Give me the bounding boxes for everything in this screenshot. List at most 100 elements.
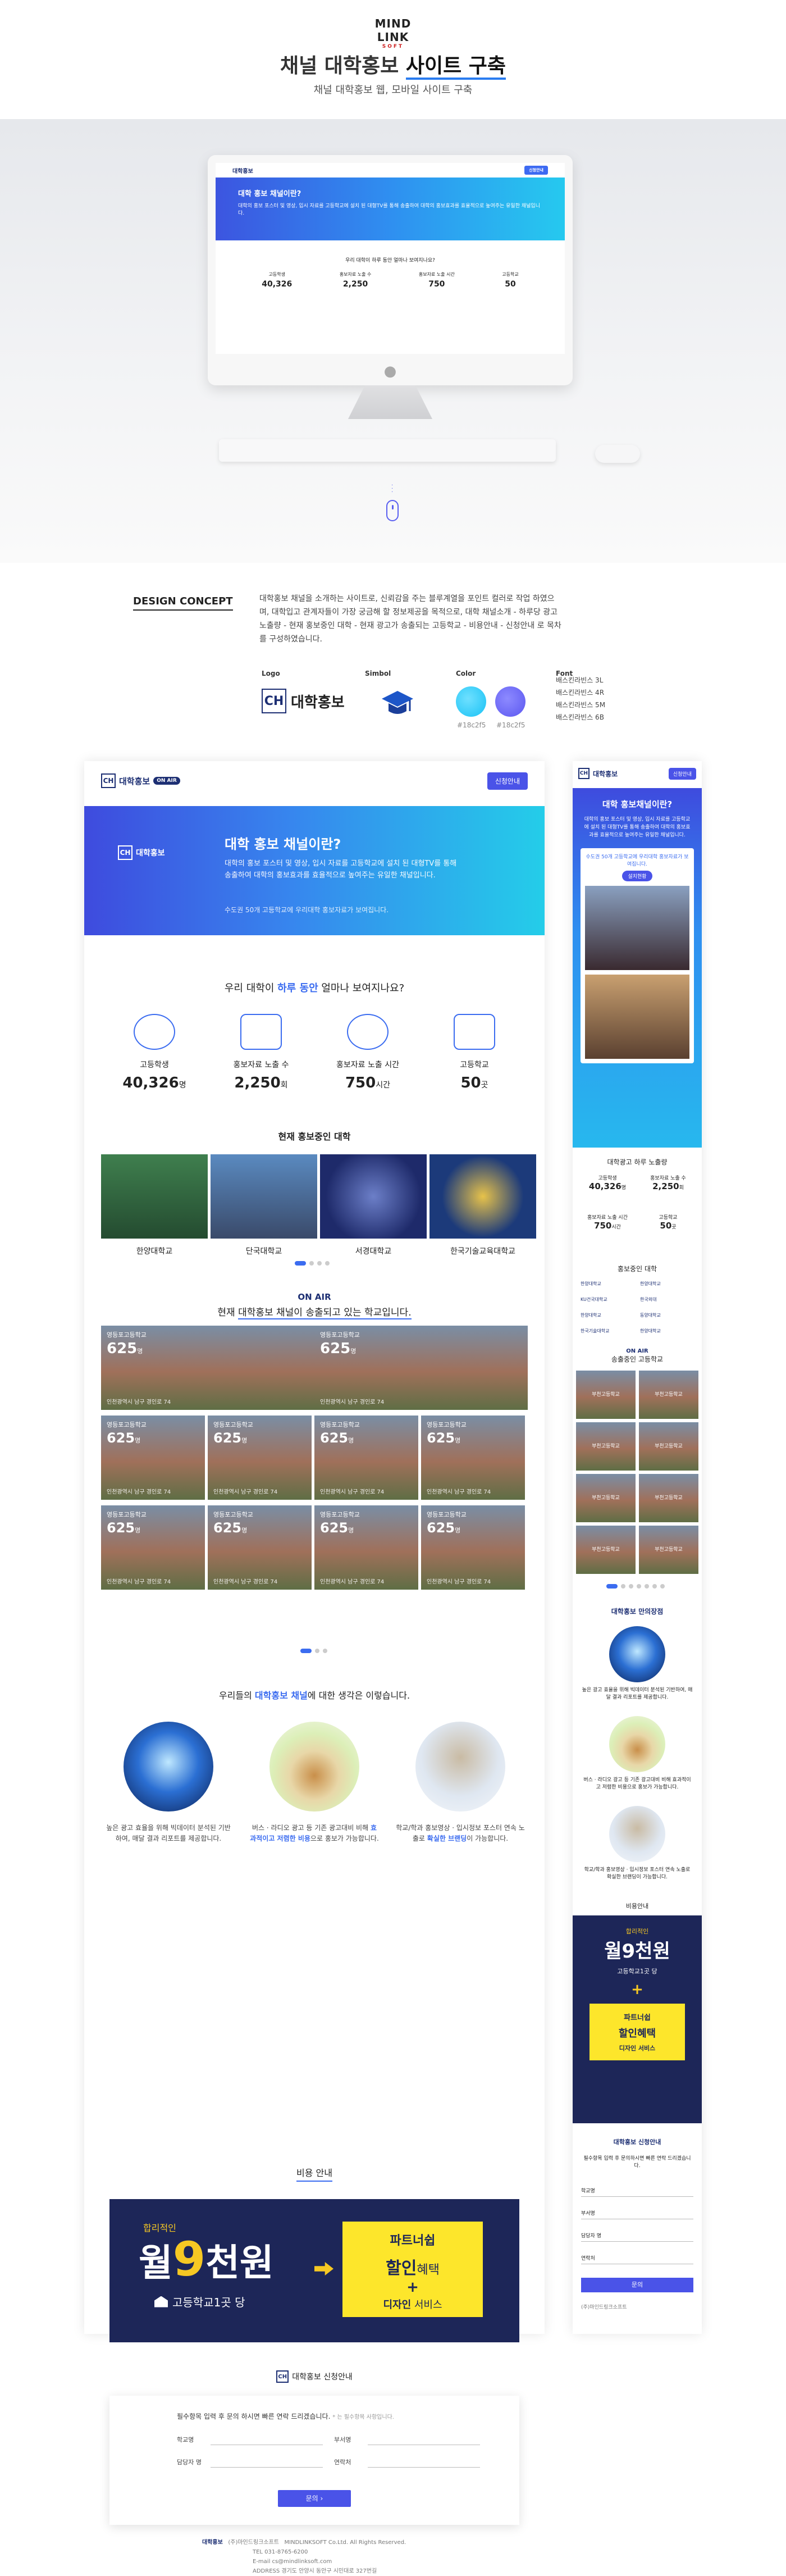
mobile-logo[interactable]: CH 대학홍보 bbox=[578, 768, 618, 779]
page-dot[interactable] bbox=[325, 1261, 330, 1266]
mobile-onair-title: 송출중인 고등학교 bbox=[611, 1355, 664, 1363]
logo-text: MIND LINK bbox=[374, 17, 412, 44]
opinion-text: 높은 광고 효율을 위해 빅데이터 분석된 기반하여, 매달 결과 리포트를 제… bbox=[104, 1823, 233, 1844]
mobile-form-field[interactable]: 부서명 bbox=[581, 2205, 693, 2219]
univ-card[interactable]: 한양대학교 bbox=[101, 1154, 208, 1257]
school-name-input[interactable] bbox=[211, 2431, 323, 2445]
mobile-form-field[interactable]: 학교명 bbox=[581, 2182, 693, 2197]
school-pagination[interactable] bbox=[300, 1649, 327, 1653]
school-card[interactable]: 영등포고등학교 625명 인천광역시 남구 경인로 74 bbox=[101, 1505, 205, 1590]
page-dot[interactable] bbox=[300, 1649, 312, 1653]
school-address: 인천광역시 남구 경인로 74 bbox=[427, 1579, 491, 1585]
mobile-apply-title: 대학홍보 신청안내 bbox=[613, 2138, 661, 2146]
mobile-banner-title: 대학 홍보채널이란? bbox=[602, 799, 673, 809]
school-address: 인천광역시 남구 경인로 74 bbox=[427, 1489, 491, 1495]
design-post: 서비스 bbox=[411, 2299, 442, 2311]
page-dot[interactable] bbox=[317, 1261, 322, 1266]
mobile-submit-button[interactable]: 문의 bbox=[581, 2278, 693, 2292]
apply-button[interactable]: 신청안내 bbox=[487, 772, 528, 790]
manager-input[interactable] bbox=[211, 2453, 323, 2468]
school-card[interactable]: 영등포고등학교 625명 인천광역시 남구 경인로 74 bbox=[101, 1326, 314, 1410]
page-dot[interactable] bbox=[295, 1261, 306, 1266]
school-name: 영등포고등학교 bbox=[427, 1511, 467, 1518]
stat-label: 고등학생 bbox=[140, 1061, 169, 1069]
school-address: 인천광역시 남구 경인로 74 bbox=[320, 1579, 385, 1585]
mobile-strong-text: 학교/학과 홍보영상 · 입시정보 포스터 연속 노출로 확실한 브랜딩이 가능… bbox=[584, 1867, 691, 1880]
mobile-school-card[interactable]: 부천고등학교 bbox=[576, 1526, 636, 1574]
school-card[interactable]: 영등포고등학교 625명 인천광역시 남구 경인로 74 bbox=[101, 1416, 205, 1500]
stat-label: 홍보자료 노출 수 bbox=[233, 1061, 289, 1069]
mobile-univ-logo[interactable]: 동양대학교 bbox=[640, 1312, 694, 1318]
imac-mockup: 대학홍보 신청안내 대학 홍보 채널이란? 대학의 홍보 포스터 및 영상, 입… bbox=[0, 119, 786, 563]
mobile-univ-logo[interactable]: KU건국대학교 bbox=[581, 1296, 634, 1303]
desktop-logo[interactable]: CH 대학홍보 ON AIR bbox=[101, 773, 180, 788]
mobile-partner: 파트너쉽 bbox=[624, 2014, 651, 2022]
mobile-univ-logo[interactable]: 한양대학교 bbox=[581, 1281, 634, 1287]
page-dot[interactable] bbox=[652, 1584, 657, 1589]
page-dot[interactable] bbox=[309, 1261, 314, 1266]
mobile-univ-logo[interactable]: 한국기술대학교 bbox=[581, 1328, 634, 1334]
op-post: 매달 결과 리포트를 제공합니다. bbox=[132, 1835, 222, 1842]
mobile-stat: 홍보자료 노출 수 2,250회 bbox=[640, 1174, 696, 1191]
mobile-banner: 대학 홍보채널이란? 대학의 홍보 포스터 및 영상, 입시 자료를 고등학교에… bbox=[573, 788, 702, 1148]
page-dot[interactable] bbox=[606, 1584, 618, 1589]
school-card[interactable]: 영등포고등학교 625명 인천광역시 남구 경인로 74 bbox=[208, 1416, 312, 1500]
mobile-school-card[interactable]: 부천고등학교 bbox=[639, 1526, 698, 1574]
mini-stat-label: 고등학교 bbox=[502, 272, 519, 277]
mobile-ad-title-text: 대학광고 하루 노출량 bbox=[607, 1158, 668, 1166]
submit-button[interactable]: 문의 › bbox=[278, 2490, 351, 2507]
page-dot[interactable] bbox=[637, 1584, 641, 1589]
page-dot[interactable] bbox=[629, 1584, 633, 1589]
mobile-banner-text: 대학의 홍보 포스터 및 영상, 입시 자료를 고등학교에 설치 된 대형TV를… bbox=[584, 817, 691, 838]
school-count-unit: 명 bbox=[455, 1527, 461, 1534]
page-dot[interactable] bbox=[621, 1584, 625, 1589]
students-icon bbox=[134, 1014, 175, 1050]
page-dot[interactable] bbox=[315, 1649, 319, 1653]
mobile-univ-logo[interactable]: 한양대학교 bbox=[640, 1281, 694, 1287]
mobile-univ-logo[interactable]: 한국외대 bbox=[640, 1296, 694, 1303]
mobile-form-field[interactable]: 연락처 bbox=[581, 2250, 693, 2264]
univ-pagination[interactable] bbox=[295, 1261, 330, 1266]
univ-card[interactable]: 한국기술교육대학교 bbox=[429, 1154, 536, 1257]
mobile-stat-value: 2,250회 bbox=[640, 1181, 696, 1191]
mobile-strong-image bbox=[609, 1626, 665, 1682]
mobile-school-card[interactable]: 부천고등학교 bbox=[576, 1371, 636, 1419]
mobile-school-card[interactable]: 부천고등학교 bbox=[639, 1371, 698, 1419]
page-dot[interactable] bbox=[323, 1649, 327, 1653]
phone-input[interactable] bbox=[368, 2453, 480, 2468]
ch-logo-icon: CH bbox=[262, 689, 286, 713]
stat-value: 50곳 bbox=[427, 1075, 522, 1091]
department-input[interactable] bbox=[368, 2431, 480, 2445]
mobile-univ-logo[interactable]: 한양대학교 bbox=[581, 1312, 634, 1318]
page-dot[interactable] bbox=[645, 1584, 649, 1589]
school-count: 625명 bbox=[107, 1340, 143, 1357]
school-card[interactable]: 영등포고등학교 625명 인천광역시 남구 경인로 74 bbox=[314, 1416, 418, 1500]
install-status-button[interactable]: 설치현황 bbox=[622, 871, 652, 881]
mobile-school-card[interactable]: 부천고등학교 bbox=[639, 1474, 698, 1522]
school-card[interactable]: 영등포고등학교 625명 인천광역시 남구 경인로 74 bbox=[421, 1505, 525, 1590]
school-count-number: 625 bbox=[213, 1430, 242, 1446]
onair-heading: ON AIR 현재 대학홍보 채널이 송출되고 있는 학교입니다. bbox=[84, 1292, 545, 1319]
mobile-apply-button[interactable]: 신청안내 bbox=[668, 767, 696, 780]
mobile-school-pagination[interactable] bbox=[606, 1584, 665, 1589]
mobile-school-card[interactable]: 부천고등학교 bbox=[576, 1474, 636, 1522]
mobile-form-field[interactable]: 담당자 명 bbox=[581, 2227, 693, 2242]
mobile-univ-logo[interactable]: 한양대학교 bbox=[640, 1328, 694, 1334]
mobile-school-card[interactable]: 부천고등학교 bbox=[639, 1422, 698, 1471]
partnership-box: 파트너쉽 할인혜택 + 디자인 서비스 bbox=[342, 2222, 483, 2317]
mobile-ad-title: 대학광고 하루 노출량 bbox=[573, 1157, 702, 1167]
page-dot[interactable] bbox=[660, 1584, 665, 1589]
form-note-text: 필수항목 입력 후 문의 하시면 빠른 연락 드리겠습니다. bbox=[177, 2413, 331, 2420]
school-card[interactable]: 영등포고등학교 625명 인천광역시 남구 경인로 74 bbox=[314, 1326, 528, 1410]
univ-card[interactable]: 서경대학교 bbox=[320, 1154, 427, 1257]
mobile-school-card[interactable]: 부천고등학교 bbox=[576, 1422, 636, 1471]
apply-form: 필수항목 입력 후 문의 하시면 빠른 연락 드리겠습니다. * 는 필수항목 … bbox=[109, 2396, 519, 2525]
school-card[interactable]: 영등포고등학교 625명 인천광역시 남구 경인로 74 bbox=[208, 1505, 312, 1590]
color-caption: #18c2f5 bbox=[457, 721, 486, 729]
q-pre: 우리 대학이 bbox=[224, 982, 278, 994]
scroll-down-icon[interactable] bbox=[386, 500, 399, 521]
school-card[interactable]: 영등포고등학교 625명 인천광역시 남구 경인로 74 bbox=[314, 1505, 418, 1590]
univ-card[interactable]: 단국대학교 bbox=[211, 1154, 317, 1257]
op-post: 이 가능합니다. bbox=[467, 1835, 509, 1842]
school-card[interactable]: 영등포고등학교 625명 인천광역시 남구 경인로 74 bbox=[421, 1416, 525, 1500]
